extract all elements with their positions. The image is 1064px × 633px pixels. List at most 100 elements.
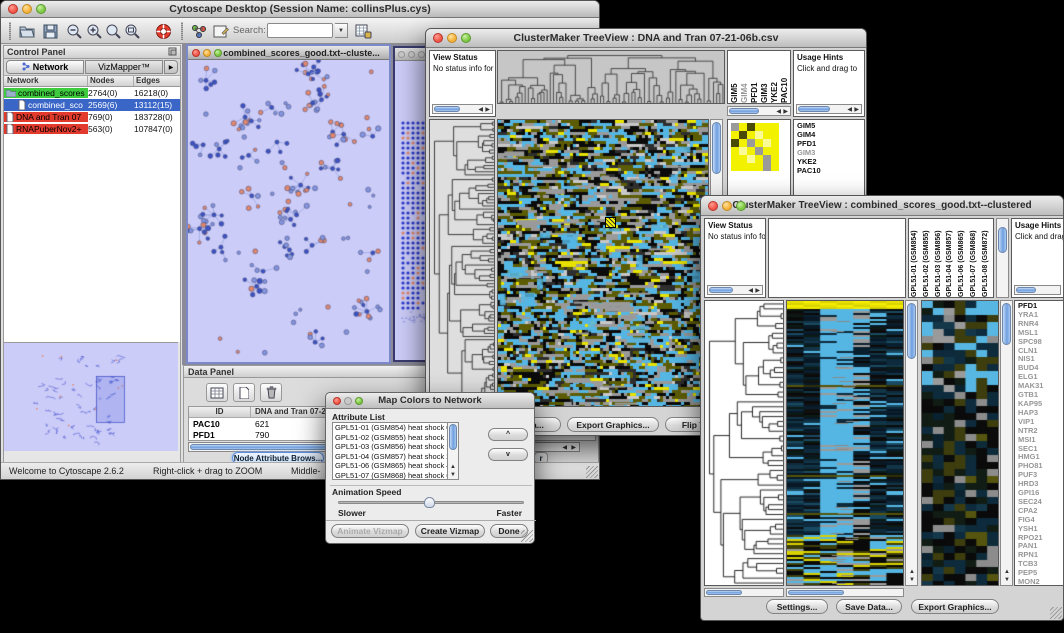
zoom-pixel-view-panel[interactable] xyxy=(921,300,999,586)
attribute-list-vscrollbar[interactable]: ▲ ▼ xyxy=(447,423,458,479)
column-label[interactable]: GPL51-04 (GSM857) xyxy=(945,219,957,297)
mini-heatmap-cell[interactable] xyxy=(755,163,763,171)
save-data-button[interactable]: Save Data... xyxy=(836,599,902,614)
delete-attribute-trash-icon[interactable] xyxy=(260,383,282,402)
main-titlebar[interactable]: Cytoscape Desktop (Session Name: collins… xyxy=(1,1,599,18)
column-label[interactable]: GPL51-03 (GSM856) xyxy=(934,219,946,297)
mini-heatmap-cell[interactable] xyxy=(755,139,763,147)
mini-heatmap-cell[interactable] xyxy=(755,131,763,139)
usage-hints-hscrollbar[interactable] xyxy=(1014,285,1061,295)
network-window-1[interactable]: combined_scores_good.txt--cluste... xyxy=(186,44,391,364)
mini-heatmap-cell[interactable] xyxy=(747,123,755,131)
open-file-icon[interactable] xyxy=(17,21,37,41)
resize-grip[interactable] xyxy=(1050,607,1062,619)
network-row[interactable]: combined_scores 2764(0) 16218(0) xyxy=(4,87,180,99)
export-graphics-button[interactable]: Export Graphics... xyxy=(567,417,659,432)
mini-heatmap-cell[interactable] xyxy=(771,131,779,139)
dendrogram-hscrollbar[interactable] xyxy=(704,588,784,597)
tab-overflow-arrow[interactable]: ▶ xyxy=(164,60,178,74)
mini-heatmap-cell[interactable] xyxy=(771,147,779,155)
mini-heatmap-cell[interactable] xyxy=(763,163,771,171)
zoom-button[interactable] xyxy=(461,33,471,43)
mini-heatmap-cell[interactable] xyxy=(739,163,747,171)
column-dendrogram-panel[interactable] xyxy=(497,50,725,104)
column-label[interactable]: GPL51-02 (GSM855) xyxy=(922,219,934,297)
close-button[interactable] xyxy=(708,201,718,211)
column-label[interactable]: GPL51-06 (GSM865) xyxy=(957,219,969,297)
new-attribute-icon[interactable] xyxy=(233,383,255,402)
zoom-button[interactable] xyxy=(36,4,46,14)
scroll-left-icon[interactable]: ◀ xyxy=(748,288,753,294)
column-header-edges[interactable]: Edges xyxy=(134,76,180,86)
scroll-right-icon[interactable]: ▶ xyxy=(783,109,788,115)
minimize-button[interactable] xyxy=(447,33,457,43)
mini-heatmap-cell[interactable] xyxy=(747,155,755,163)
mini-heatmap-cell[interactable] xyxy=(747,163,755,171)
heatmap-vscrollbar[interactable]: ▲ ▼ xyxy=(905,300,918,586)
attribute-item[interactable]: GPL51-03 (GSM856) heat shock 15 min xyxy=(333,442,447,452)
column-label[interactable]: GPL51-01 (GSM854) xyxy=(910,219,922,297)
annotation-icon[interactable] xyxy=(211,21,231,41)
mini-heatmap-cell[interactable] xyxy=(771,163,779,171)
zoom-selected-icon[interactable] xyxy=(103,21,123,41)
gene-label[interactable]: PAC10 xyxy=(794,167,864,176)
mini-heatmap-cell[interactable] xyxy=(763,155,771,163)
scroll-left-icon[interactable]: ◀ xyxy=(478,107,483,113)
mini-heatmap-cell[interactable] xyxy=(747,131,755,139)
mini-heatmap-cell[interactable] xyxy=(731,155,739,163)
save-icon[interactable] xyxy=(40,21,60,41)
column-header-network[interactable]: Network xyxy=(4,76,88,86)
column-label[interactable]: YKE2 xyxy=(770,51,780,103)
row-dendrogram-panel[interactable] xyxy=(429,119,495,407)
mini-heatmap-cell[interactable] xyxy=(731,139,739,147)
minimize-button[interactable] xyxy=(408,51,415,58)
network-row[interactable]: combined_sco 2569(6) 13112(15) xyxy=(4,99,180,111)
zoom-in-icon[interactable] xyxy=(84,21,104,41)
resize-grip[interactable] xyxy=(586,466,598,478)
export-graphics-button[interactable]: Export Graphics... xyxy=(911,599,999,614)
selected-cell-marker[interactable] xyxy=(605,217,616,228)
column-header-nodes[interactable]: Nodes xyxy=(88,76,134,86)
mini-heatmap-cell[interactable] xyxy=(763,131,771,139)
mini-heatmap-cell[interactable] xyxy=(731,163,739,171)
close-button[interactable] xyxy=(433,33,443,43)
tab-vizmapper[interactable]: VizMapper™ xyxy=(85,60,163,74)
zoom-button[interactable] xyxy=(214,49,222,57)
mini-heatmap-cell[interactable] xyxy=(763,139,771,147)
slider-thumb[interactable] xyxy=(424,497,435,508)
mini-heatmap-cell[interactable] xyxy=(739,123,747,131)
mini-heatmap-cell[interactable] xyxy=(755,155,763,163)
minimize-button[interactable] xyxy=(344,397,352,405)
column-label[interactable]: GPL51-07 (GSM868) xyxy=(969,219,981,297)
mini-heatmap-cell[interactable] xyxy=(739,139,747,147)
scroll-down-icon[interactable]: ▼ xyxy=(1004,577,1010,583)
import-table-icon[interactable] xyxy=(353,21,373,41)
attribute-table-icon[interactable] xyxy=(206,383,228,402)
attribute-item[interactable]: GPL51-04 (GSM857) heat shock 20 min xyxy=(333,452,447,462)
column-label[interactable]: PFD1 xyxy=(750,51,760,103)
scroll-right-icon[interactable]: ▶ xyxy=(755,288,760,294)
network-row[interactable]: RNAPuberNov2+ 563(0) 107847(0) xyxy=(4,123,180,135)
mini-heatmap-cell[interactable] xyxy=(731,131,739,139)
move-down-button[interactable]: v xyxy=(488,448,528,461)
scroll-down-icon[interactable]: ▼ xyxy=(909,577,915,583)
node-edit-icon[interactable] xyxy=(189,21,209,41)
scroll-right-icon[interactable]: ▶ xyxy=(854,107,859,113)
network-view-canvas[interactable] xyxy=(188,60,389,362)
mini-heatmap-cell[interactable] xyxy=(739,131,747,139)
mini-heatmap-cell[interactable] xyxy=(739,155,747,163)
view-status-hscrollbar[interactable]: ◀ ▶ xyxy=(707,285,763,295)
mini-heatmap-cell[interactable] xyxy=(763,123,771,131)
gene-list-vscrollbar[interactable]: ▲ ▼ xyxy=(1000,300,1013,586)
mini-heatmap-cell[interactable] xyxy=(755,123,763,131)
minimize-button[interactable] xyxy=(722,201,732,211)
tab-network[interactable]: Network xyxy=(6,60,84,74)
view-status-hscrollbar[interactable]: ◀ ▶ xyxy=(432,104,493,114)
column-label[interactable]: GIM4 xyxy=(740,51,750,103)
settings-button[interactable]: Settings... xyxy=(766,599,828,614)
search-dropdown-icon[interactable]: ▼ xyxy=(335,23,348,38)
column-label[interactable]: PAC10 xyxy=(780,51,790,103)
attribute-item[interactable]: GPL51-07 (GSM868) heat shock 60 min xyxy=(333,471,447,481)
create-vizmap-button[interactable]: Create Vizmap xyxy=(415,524,485,538)
birdseye-overview[interactable] xyxy=(4,342,178,451)
